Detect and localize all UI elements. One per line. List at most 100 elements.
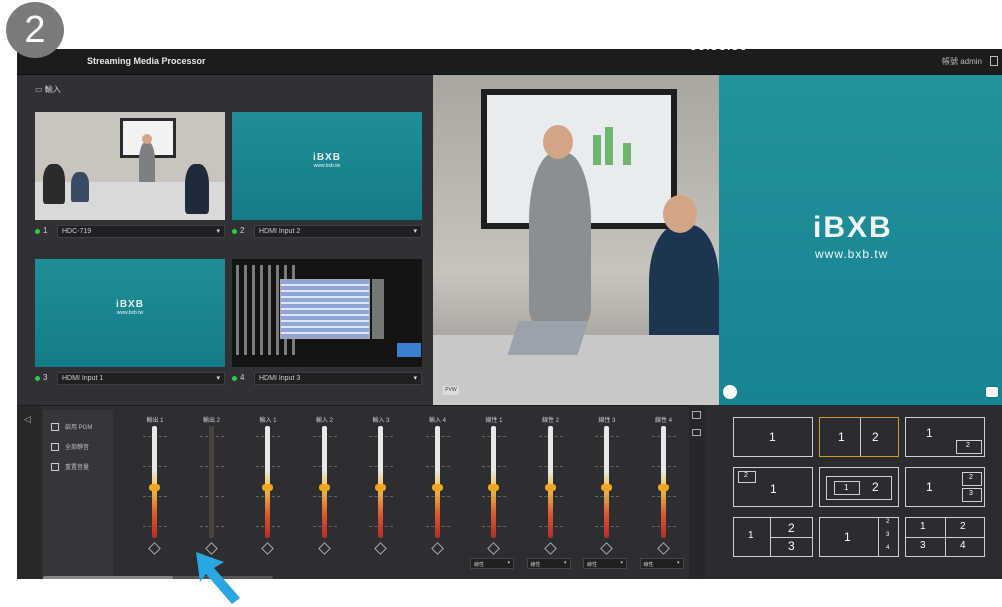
input-row-3: 3 HDMI Input 1 ▾	[35, 372, 225, 386]
layout-quad[interactable]: 1 2 3 4	[905, 517, 985, 557]
inputs-header-label: 輸入	[44, 85, 61, 94]
pan-icon[interactable]	[543, 542, 557, 555]
option-mute-all[interactable]: 全部靜音	[51, 442, 89, 452]
layout-panel: 1 1 2 1 2 2 1 1 2 1 2 3 1 2 3 1 2 3 4 1 …	[705, 405, 1002, 579]
checkbox	[51, 443, 59, 452]
checkbox	[51, 463, 59, 472]
pan-icon[interactable]	[317, 542, 331, 555]
layout-pip-bottom-right[interactable]: 1 2	[905, 417, 985, 457]
layout-one-plus-two[interactable]: 1 2 3	[905, 467, 985, 507]
layout-pip-top-left[interactable]: 2 1	[733, 467, 813, 507]
mixer-channel: 輸入 4	[410, 406, 466, 579]
user-account[interactable]: 帳號 admin	[942, 56, 982, 67]
mixer-channel: 線性 1 線性 ▾	[466, 406, 522, 579]
option-reset-volume[interactable]: 重置音量	[51, 462, 89, 472]
chevron-down-icon: ▾	[413, 375, 417, 382]
mixer-options: 啟用 PGM 全部靜音 重置音量	[43, 410, 113, 576]
channel-label: 線性 4	[654, 418, 672, 424]
mixer-channel: 輸出 1	[127, 406, 183, 579]
mixer-channel: 線性 4 線性 ▾	[636, 406, 692, 579]
pan-icon[interactable]	[487, 542, 500, 555]
input-source-select-3[interactable]: HDMI Input 1 ▾	[57, 372, 225, 385]
pan-icon[interactable]	[261, 542, 274, 555]
input-thumbnail-1[interactable]	[35, 112, 225, 220]
channel-label: 線性 2	[541, 418, 559, 424]
input-row-2: 2 HDMI Input 2 ▾	[232, 225, 422, 239]
channel-mode-select[interactable]: 線性 ▾	[526, 558, 571, 569]
volume-slider-knob[interactable]	[431, 483, 443, 491]
input-thumbnail-3[interactable]: iBXB www.bxb.tw	[35, 259, 225, 367]
logout-icon[interactable]	[990, 56, 998, 66]
volume-slider-knob[interactable]	[488, 483, 499, 491]
pan-icon[interactable]	[600, 542, 613, 555]
layout-side-by-side[interactable]: 1 2	[819, 417, 899, 457]
option-enable-pgm[interactable]: 啟用 PGM	[51, 422, 92, 432]
volume-slider-knob[interactable]	[544, 483, 556, 491]
volume-slider-knob[interactable]	[262, 483, 273, 491]
mixer-channel: 線性 2 線性 ▾	[523, 406, 579, 579]
input-source-select-4[interactable]: HDMI Input 3 ▾	[254, 372, 422, 385]
record-icon[interactable]	[723, 385, 737, 399]
app-window: Streaming Media Processor 帳號 admin ▭ 輸入 …	[17, 49, 1002, 579]
pointer-arrow-icon	[196, 552, 240, 604]
pan-icon[interactable]	[148, 542, 161, 555]
mixer-channel: 輸入 2	[297, 406, 353, 579]
speaker-icon[interactable]: ◁	[24, 414, 31, 425]
volume-track[interactable]	[265, 426, 270, 538]
volume-track[interactable]	[491, 426, 496, 538]
program-timer: 00:00:00	[689, 37, 748, 54]
input-row-1: 1 HDC-719 ▾	[35, 225, 225, 239]
program-logo-url: www.bxb.tw	[815, 247, 889, 261]
volume-slider-knob[interactable]	[318, 483, 330, 491]
chevron-down-icon: ▾	[676, 560, 680, 566]
layout-dual-inset[interactable]: 1 2	[819, 467, 899, 507]
channel-mode-select[interactable]: 線性 ▾	[470, 558, 514, 569]
input-thumbnail-4[interactable]	[232, 259, 422, 367]
volume-slider-knob[interactable]	[601, 483, 612, 491]
layout-one-plus-three[interactable]: 1 2 3 4	[819, 517, 899, 557]
layout-one-plus-two-split[interactable]: 1 2 3	[733, 517, 813, 557]
chevron-down-icon: ▾	[507, 560, 510, 566]
channel-label: 線性 3	[598, 418, 616, 424]
status-dot	[35, 229, 40, 234]
volume-track[interactable]	[321, 426, 327, 538]
input-row-4: 4 HDMI Input 3 ▾	[232, 372, 422, 386]
layout-single[interactable]: 1	[733, 417, 813, 457]
pan-icon[interactable]	[430, 542, 444, 555]
volume-slider-knob[interactable]	[657, 483, 669, 491]
volume-track[interactable]	[152, 426, 157, 538]
audio-mixer: ◁ 啟用 PGM 全部靜音 重置音量 輸出 1 輸出 2 輸入 1 輸入 2 輸入 3 輸…	[17, 405, 689, 579]
chevron-down-icon: ▾	[413, 228, 417, 235]
volume-track[interactable]	[660, 426, 666, 538]
preview-window[interactable]: PVW	[433, 75, 719, 405]
channel-label: 輸入 2	[315, 418, 333, 424]
pan-icon[interactable]	[656, 542, 670, 555]
inputs-header: ▭ 輸入	[35, 84, 61, 95]
camera-icon[interactable]	[986, 387, 998, 397]
volume-track[interactable]	[208, 426, 214, 538]
mixer-channel: 輸入 1	[240, 406, 296, 579]
volume-track[interactable]	[547, 426, 553, 538]
input-source-select-1[interactable]: HDC-719 ▾	[57, 225, 225, 238]
volume-slider-knob[interactable]	[149, 483, 160, 491]
volume-track[interactable]	[434, 426, 440, 538]
top-bar: Streaming Media Processor 帳號 admin	[17, 49, 1002, 75]
program-window[interactable]: iBXB www.bxb.tw	[719, 75, 1002, 405]
pan-icon[interactable]	[374, 542, 387, 555]
channel-label: 輸入 3	[372, 418, 390, 424]
volume-slider-knob[interactable]	[375, 483, 386, 491]
channel-mode-select[interactable]: 線性 ▾	[583, 558, 627, 569]
volume-track[interactable]	[378, 426, 383, 538]
monitor-icon[interactable]	[692, 429, 701, 436]
chevron-down-icon: ▾	[216, 375, 220, 382]
input-source-select-2[interactable]: HDMI Input 2 ▾	[254, 225, 422, 238]
channel-label: 輸出 2	[202, 418, 220, 424]
chevron-down-icon: ▾	[563, 560, 567, 566]
layout-sidebar	[689, 405, 705, 579]
channel-mode-select[interactable]: 線性 ▾	[639, 558, 684, 569]
mixer-channel: 輸入 3	[353, 406, 409, 579]
volume-track[interactable]	[604, 426, 609, 538]
input-thumbnail-2[interactable]: iBXB www.bxb.tw	[232, 112, 422, 220]
layout-icon[interactable]	[692, 411, 701, 419]
mixer-sidebar: ◁	[17, 406, 41, 579]
